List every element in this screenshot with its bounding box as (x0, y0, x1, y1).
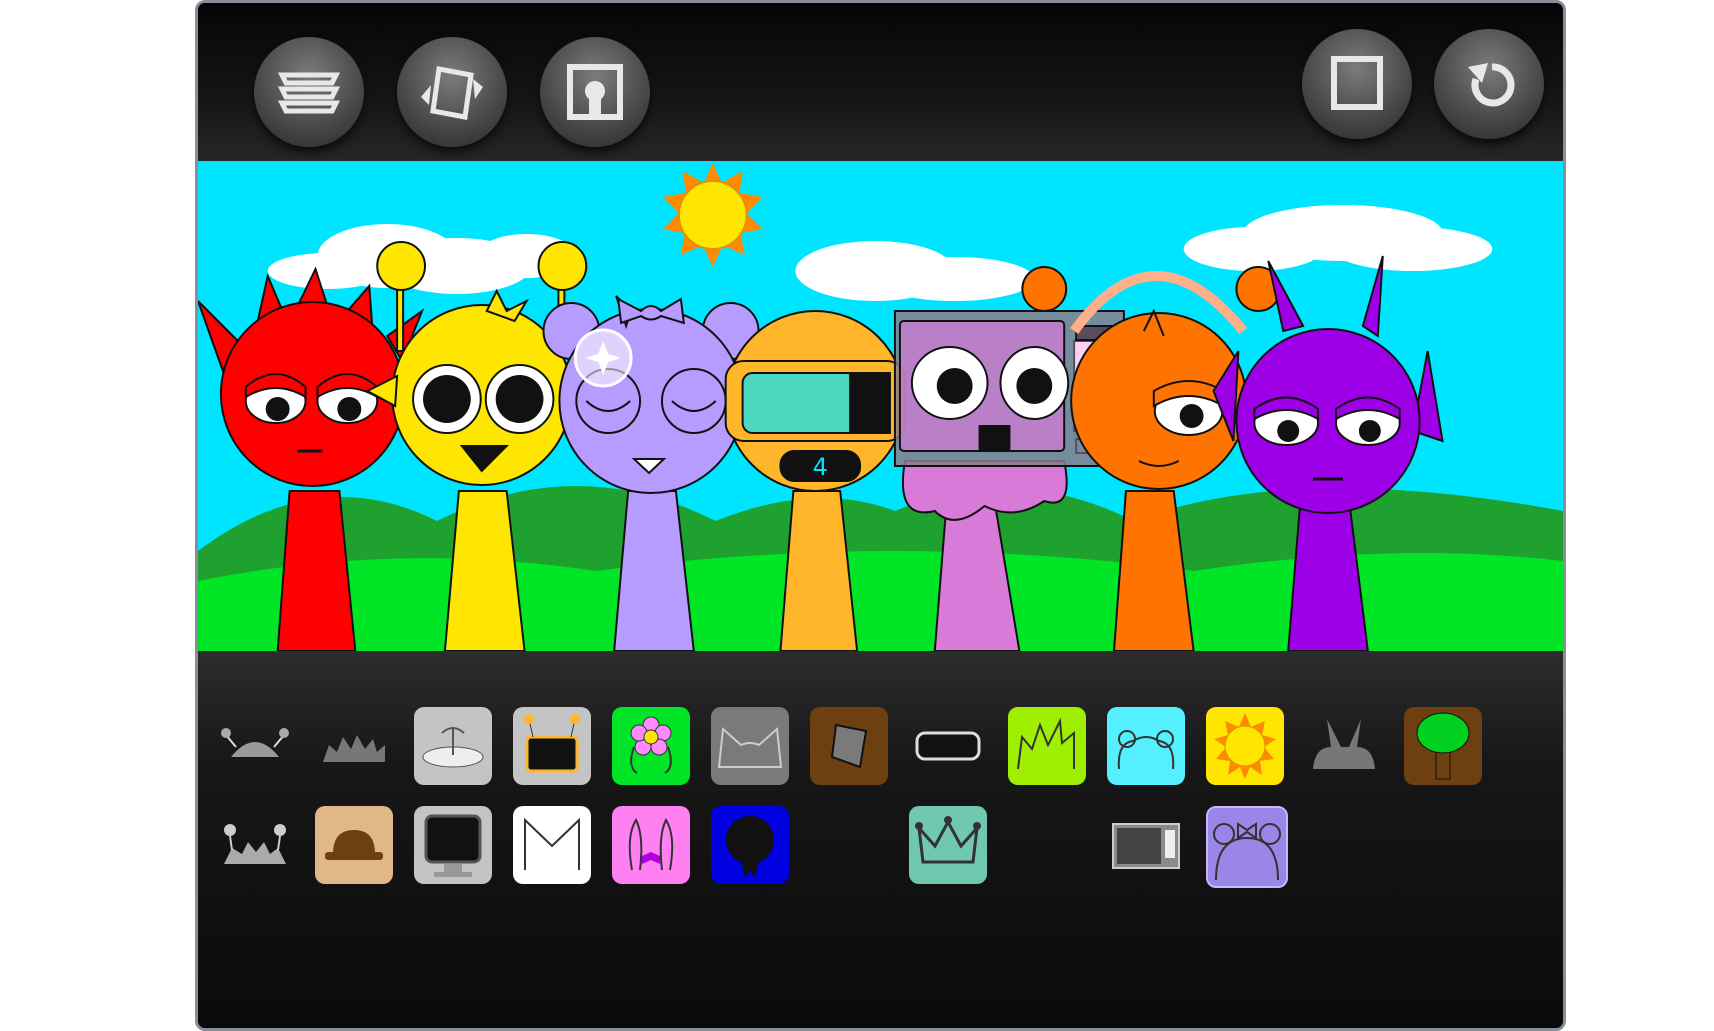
visor-icon (915, 731, 981, 761)
slot-tree[interactable] (1404, 707, 1482, 785)
slot-microwave[interactable] (1107, 806, 1185, 884)
grass-hair-icon (1017, 717, 1075, 770)
slot-spiky-head[interactable] (315, 707, 393, 785)
visor-number: 4 (813, 453, 828, 481)
slot-visor[interactable] (909, 707, 987, 785)
tv-antenna-icon (524, 714, 580, 773)
stage-scene: 4 (198, 161, 1563, 651)
menu-button[interactable] (254, 37, 364, 147)
computer-monitor-icon (424, 814, 482, 877)
sun-icon (1214, 713, 1276, 779)
game-frame: 4 (195, 0, 1566, 1031)
slot-horns[interactable] (1305, 707, 1383, 785)
menu-icon (277, 72, 341, 114)
flower-icon (630, 716, 672, 774)
antenna-head-icon (221, 728, 289, 757)
slot-cone-hat[interactable] (513, 806, 591, 884)
portrait-icon (567, 64, 623, 120)
slot-grass-hair[interactable] (1008, 707, 1086, 785)
shuffle-button[interactable] (397, 37, 507, 147)
stop-square-icon (1331, 56, 1383, 110)
stop-button[interactable] (1302, 29, 1412, 139)
slot-tv-antenna[interactable] (513, 707, 591, 785)
slot-bucket-hat[interactable] (810, 707, 888, 785)
slot-crown[interactable] (909, 806, 987, 884)
slot-computer-monitor[interactable] (414, 806, 492, 884)
slot-bunny-ears-bow[interactable] (612, 806, 690, 884)
shuffle-cards-icon (421, 66, 483, 120)
antenna-hair-icon (224, 824, 286, 864)
top-toolbar (198, 3, 1563, 161)
slot-flower[interactable] (612, 707, 690, 785)
bucket-hat-icon (830, 723, 868, 769)
tree-icon (1416, 712, 1470, 780)
crown-icon (915, 816, 981, 864)
slot-bear-ears[interactable] (1107, 707, 1185, 785)
bear-bow-icon (1213, 822, 1281, 881)
slot-bear-bow-selected[interactable] (1206, 806, 1288, 888)
slot-cat-ears[interactable] (711, 707, 789, 785)
bunny-ears-bow-icon (628, 817, 674, 871)
medal-icon (726, 816, 774, 878)
slot-propeller-hat[interactable] (414, 707, 492, 785)
reset-button[interactable] (1434, 29, 1544, 139)
slot-antenna-head[interactable] (216, 707, 294, 785)
spiky-head-icon (323, 735, 385, 762)
propeller-hat-icon (422, 727, 484, 768)
slot-sun[interactable] (1206, 707, 1284, 785)
cat-ears-icon (717, 726, 783, 768)
slot-medal[interactable] (711, 806, 789, 884)
cone-hat-icon (524, 817, 580, 870)
portrait-button[interactable] (540, 37, 650, 147)
reset-icon (1468, 63, 1515, 107)
horns-icon (1313, 719, 1375, 769)
bear-ears-icon (1117, 730, 1175, 770)
slot-bowler-hat[interactable] (315, 806, 393, 884)
microwave-icon (1112, 823, 1180, 869)
slot-antenna-hair[interactable] (216, 806, 294, 884)
item-palette (198, 651, 1563, 1028)
bowler-hat-icon (325, 830, 383, 860)
